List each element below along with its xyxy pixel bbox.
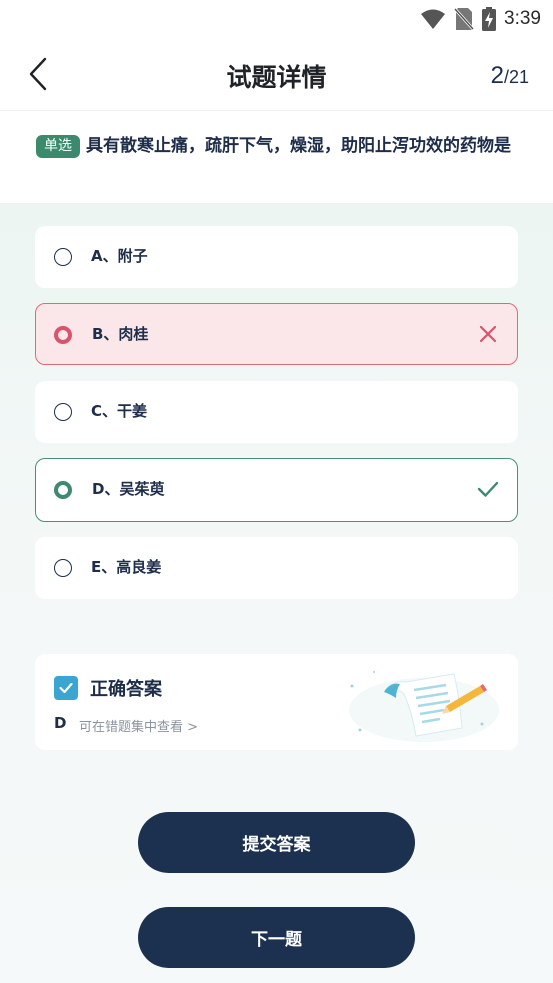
wifi-icon (421, 9, 446, 29)
radio-icon (54, 559, 72, 577)
option-label: D、吴茱萸 (92, 480, 165, 498)
correct-answer-card: 正确答案 D 可在错题集中查看 > (35, 654, 518, 750)
mistakes-link[interactable]: 可在错题集中查看 > (79, 716, 198, 735)
header: 试题详情 2/21 (0, 38, 553, 111)
option-e[interactable]: E、高良姜 (35, 537, 518, 599)
submit-answer-button[interactable]: 提交答案 (138, 812, 415, 873)
status-icons: 3:39 (420, 6, 541, 32)
radio-selected-icon (54, 326, 72, 344)
question-type-badge: 单选 (36, 135, 80, 158)
status-time: 3:39 (504, 8, 541, 29)
question-section: 单选 具有散寒止痛，疏肝下气，燥湿，助阳止泻功效的药物是 (0, 111, 553, 203)
option-label: E、高良姜 (91, 558, 162, 576)
option-b[interactable]: B、肉桂 (35, 303, 518, 365)
progress-current: 2 (490, 62, 504, 89)
status-bar: 3:39 (0, 0, 553, 38)
option-d[interactable]: D、吴茱萸 (35, 458, 518, 522)
question-text: 具有散寒止痛，疏肝下气，燥湿，助阳止泻功效的药物是 (86, 136, 511, 156)
no-sim-icon (454, 7, 475, 31)
content-area: A、附子 B、肉桂 C、干姜 D、吴茱萸 E、高良姜 正确答案 D 可在错题集中… (0, 203, 553, 983)
option-label: B、肉桂 (92, 325, 149, 343)
checkmark-icon (477, 481, 499, 497)
document-pencil-illustration (349, 670, 499, 742)
cross-icon (479, 325, 497, 343)
radio-icon (54, 403, 72, 421)
question-progress: 2/21 (491, 62, 529, 90)
checkbox-checked-icon (54, 676, 78, 700)
progress-total: /21 (503, 67, 529, 87)
answer-value: D (54, 714, 67, 732)
answer-title: 正确答案 (90, 679, 162, 700)
battery-charging-icon (482, 7, 497, 31)
option-c[interactable]: C、干姜 (35, 381, 518, 443)
option-label: A、附子 (91, 247, 148, 265)
option-a[interactable]: A、附子 (35, 226, 518, 288)
next-question-button[interactable]: 下一题 (138, 907, 415, 968)
radio-selected-icon (54, 481, 72, 499)
page-title: 试题详情 (226, 63, 327, 92)
option-label: C、干姜 (91, 402, 148, 420)
radio-icon (54, 248, 72, 266)
